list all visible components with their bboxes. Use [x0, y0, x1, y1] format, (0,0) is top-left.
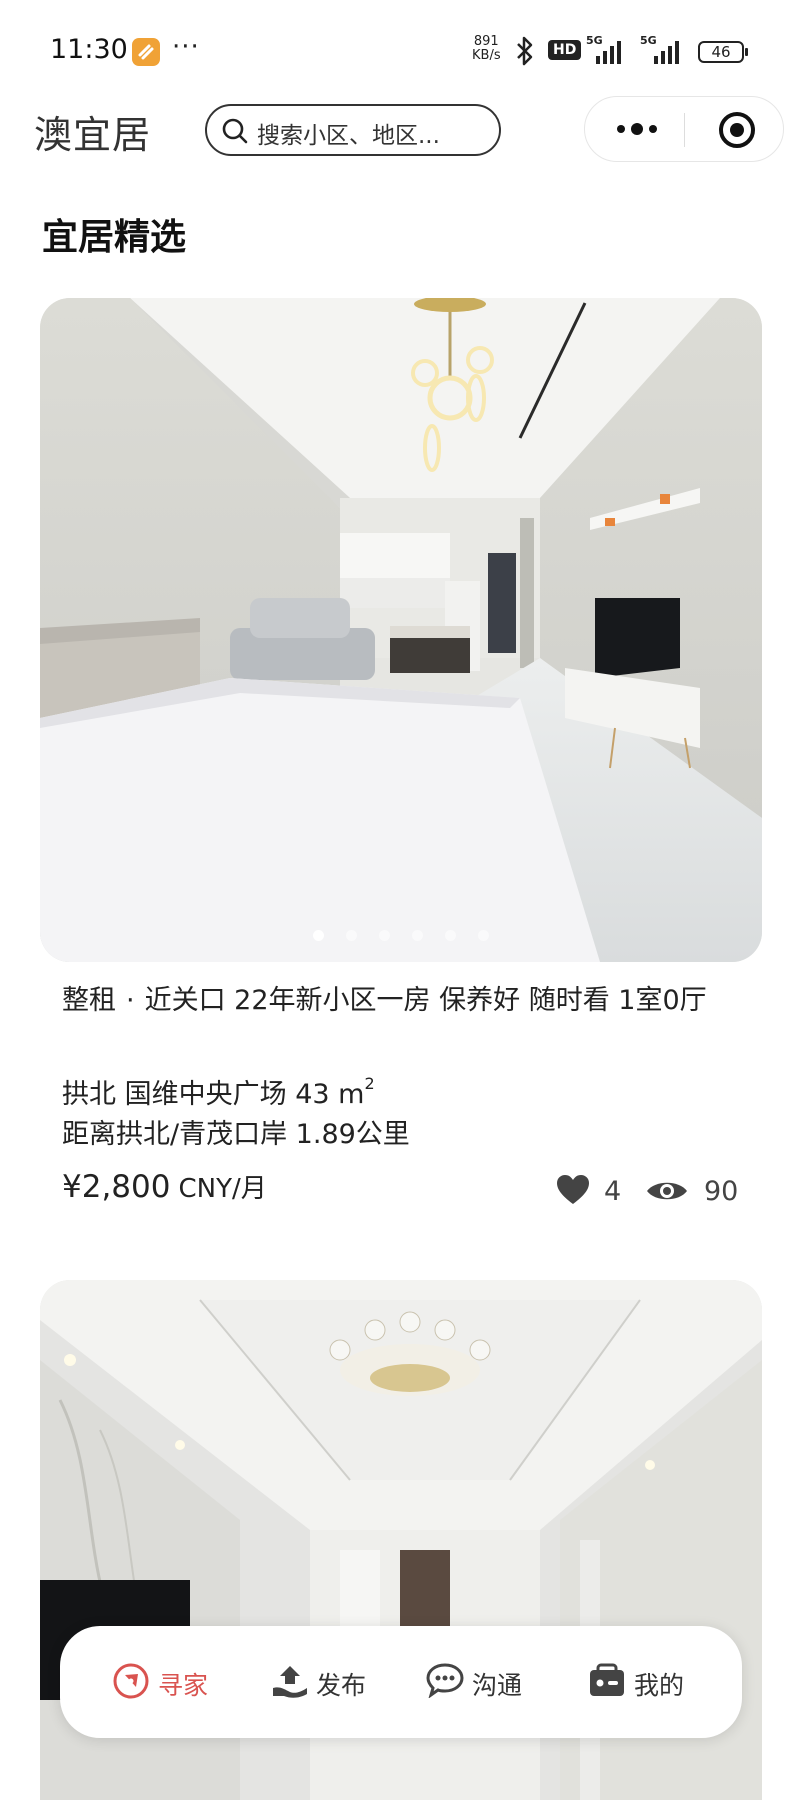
search-placeholder: 搜索小区、地区...: [257, 123, 440, 149]
nav-label: 沟通: [472, 1671, 523, 1700]
status-bar: 11:30 ··· 891 KB/s HD 5G 5G 46: [0, 0, 800, 100]
hd-voice-icon: HD: [548, 40, 582, 60]
close-miniprogram-icon[interactable]: [717, 110, 757, 154]
nav-label: 寻家: [158, 1671, 209, 1700]
price-amount: ¥2,800: [62, 1169, 171, 1205]
pager-dot: [379, 930, 390, 941]
chat-icon: [426, 1662, 464, 1702]
community-name: 拱北 国维中央广场: [62, 1079, 287, 1110]
pager-dot: [445, 930, 456, 941]
listing-price: ¥2,800 CNY/月: [62, 1168, 267, 1205]
listing-location: 拱北 国维中央广场 43 m2: [62, 1072, 375, 1111]
pager-dot: [346, 930, 357, 941]
heart-icon[interactable]: [556, 1174, 590, 1213]
view-count: 90: [704, 1176, 739, 1207]
network-speed: 891 KB/s: [472, 34, 501, 63]
price-unit: CNY/月: [178, 1174, 267, 1204]
listing-photo[interactable]: [40, 298, 762, 962]
more-notifications-icon: ···: [172, 32, 200, 62]
listing-title[interactable]: 整租 · 近关口 22年新小区一房 保养好 随时看 1室0厅: [62, 982, 732, 1020]
search-icon: [221, 117, 249, 149]
listing-headline: 近关口 22年新小区一房 保养好 随时看 1室0厅: [144, 985, 707, 1016]
eye-icon: [646, 1178, 688, 1211]
battery-icon: 46: [698, 41, 748, 63]
more-icon[interactable]: [615, 117, 659, 145]
nav-label: 我的: [634, 1671, 685, 1700]
listing-area: 43 m2: [295, 1074, 375, 1110]
status-time: 11:30: [50, 34, 128, 65]
photo-pager: [40, 926, 762, 945]
pager-dot: [412, 930, 423, 941]
bluetooth-icon: [512, 36, 538, 70]
mini-program-capsule: [584, 96, 784, 162]
pager-dot: [478, 930, 489, 941]
rental-type: 整租: [62, 985, 116, 1016]
listing-distance: 距离拱北/青茂口岸 1.89公里: [62, 1119, 410, 1150]
title-separator: ·: [126, 985, 135, 1016]
signal-icon: 5G: [586, 34, 626, 70]
app-title: 澳宜居: [34, 113, 152, 157]
pager-dot: [313, 930, 324, 941]
publish-icon: [270, 1662, 310, 1704]
signal-icon-2: 5G: [640, 34, 688, 70]
nav-label: 发布: [316, 1671, 367, 1700]
compass-icon: [112, 1662, 150, 1704]
bottom-nav: 寻家 发布 沟通 我的: [60, 1626, 742, 1738]
capsule-divider: [684, 113, 685, 147]
app-notification-icon: [132, 38, 160, 66]
section-title: 宜居精选: [42, 217, 187, 258]
like-count: 4: [604, 1176, 622, 1207]
profile-icon: [588, 1662, 626, 1702]
search-input[interactable]: 搜索小区、地区...: [205, 104, 501, 156]
